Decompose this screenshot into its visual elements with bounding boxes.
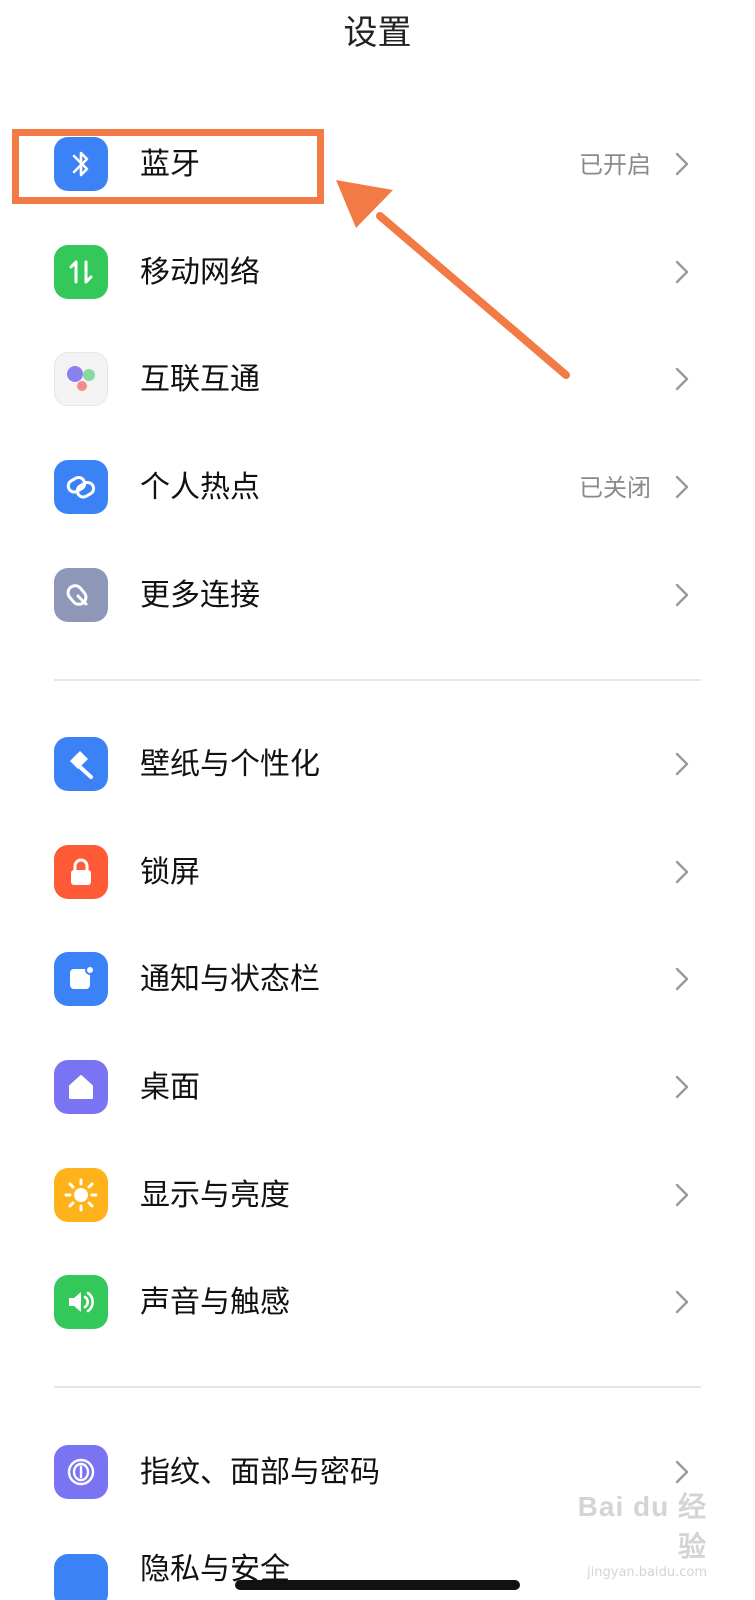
fingerprint-icon <box>54 1445 108 1499</box>
status-text: 已开启 <box>579 151 651 179</box>
interconnect-icon <box>54 352 108 406</box>
watermark-brand: Bai du 经验 <box>577 1491 707 1562</box>
settings-item-label: 壁纸与个性化 <box>140 747 320 782</box>
settings-item-desktop[interactable]: 桌面 <box>0 1040 755 1136</box>
home-icon <box>54 1060 108 1114</box>
settings-item-notifications[interactable]: 通知与状态栏 <box>0 932 755 1028</box>
brightness-sun-icon <box>54 1168 108 1222</box>
settings-item-label: 桌面 <box>140 1070 200 1105</box>
page-title: 设置 <box>343 13 412 53</box>
privacy-icon <box>54 1554 108 1600</box>
settings-item-label: 通知与状态栏 <box>140 962 320 997</box>
settings-item-more-connections[interactable]: 更多连接 <box>0 548 755 644</box>
chevron-right-icon <box>675 260 689 284</box>
notification-icon <box>54 952 108 1006</box>
settings-item-wallpaper[interactable]: 壁纸与个性化 <box>0 717 755 813</box>
section-divider <box>54 1386 701 1388</box>
section-divider <box>54 679 701 681</box>
chevron-right-icon <box>675 583 689 607</box>
settings-item-mobile-network[interactable]: 移动网络 <box>0 225 755 321</box>
chevron-right-icon <box>675 1075 689 1099</box>
settings-item-label: 指纹、面部与密码 <box>140 1455 380 1490</box>
settings-item-interconnect[interactable]: 互联互通 <box>0 332 755 428</box>
chevron-right-icon <box>675 1183 689 1207</box>
lock-icon <box>54 845 108 899</box>
settings-item-label: 互联互通 <box>140 362 260 397</box>
watermark: Bai du 经验 jingyan.baidu.com <box>557 1485 707 1580</box>
chevron-right-icon <box>675 367 689 391</box>
settings-item-label: 个人热点 <box>140 470 260 505</box>
more-connections-icon <box>54 568 108 622</box>
chevron-right-icon <box>675 1290 689 1314</box>
watermark-url: jingyan.baidu.com <box>587 1565 707 1580</box>
settings-item-label: 声音与触感 <box>140 1285 290 1320</box>
settings-item-sound[interactable]: 声音与触感 <box>0 1255 755 1351</box>
home-indicator[interactable] <box>235 1580 520 1590</box>
chevron-right-icon <box>675 752 689 776</box>
wallpaper-brush-icon <box>54 737 108 791</box>
highlight-box <box>12 129 324 204</box>
chevron-right-icon <box>675 475 689 499</box>
chevron-right-icon <box>675 152 689 176</box>
settings-item-lock-screen[interactable]: 锁屏 <box>0 825 755 921</box>
chevron-right-icon <box>675 967 689 991</box>
mobile-data-icon <box>54 245 108 299</box>
settings-item-display[interactable]: 显示与亮度 <box>0 1148 755 1244</box>
speaker-icon <box>54 1275 108 1329</box>
chevron-right-icon <box>675 1460 689 1484</box>
settings-item-hotspot[interactable]: 个人热点 已关闭 <box>0 440 755 536</box>
settings-item-label: 锁屏 <box>140 855 200 890</box>
hotspot-link-icon <box>54 460 108 514</box>
settings-item-label: 更多连接 <box>140 578 260 613</box>
status-text: 已关闭 <box>579 474 651 502</box>
top-bar: 设置 <box>0 0 755 90</box>
chevron-right-icon <box>675 860 689 884</box>
settings-item-label: 移动网络 <box>140 255 260 290</box>
settings-item-label: 显示与亮度 <box>140 1178 290 1213</box>
